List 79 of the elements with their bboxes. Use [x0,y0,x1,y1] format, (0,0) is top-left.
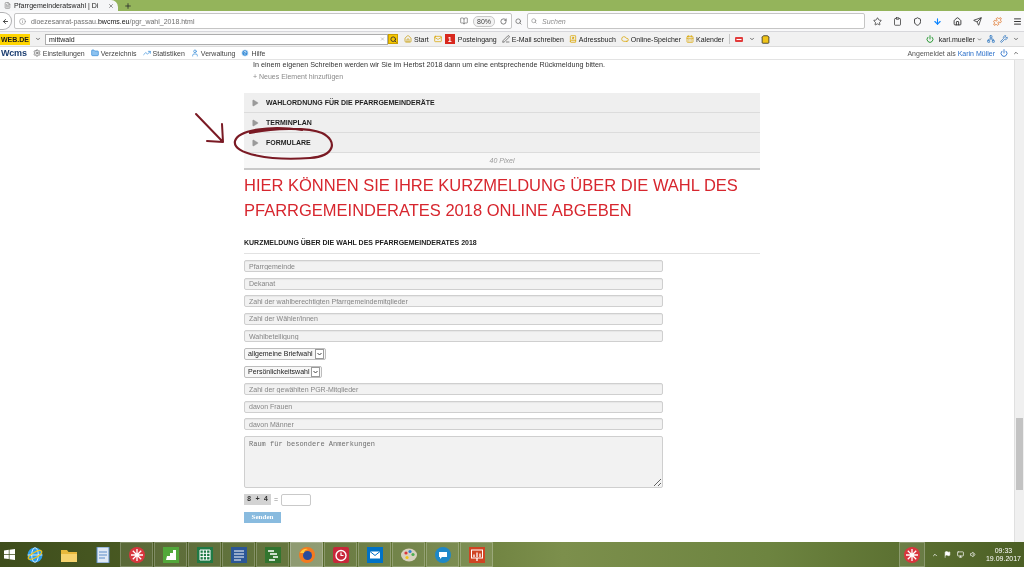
taskbar-button[interactable] [392,542,425,567]
globe-swirl-icon [298,546,315,563]
scrollbar-thumb[interactable] [1016,418,1023,490]
download-icon[interactable] [933,16,942,26]
caret-icon [314,348,324,359]
caret-icon[interactable] [35,36,41,42]
power-icon[interactable] [925,35,934,43]
captcha-input[interactable] [281,493,312,506]
clock-icon [332,546,349,563]
taskbar-button[interactable] [154,542,187,567]
mail-icon [366,546,383,563]
notepad-icon[interactable] [94,546,111,563]
minus-icon[interactable] [735,36,744,42]
monitor-icon[interactable] [956,551,964,558]
search-icon[interactable] [515,17,522,25]
taskbar-button[interactable] [426,542,459,567]
taskbar-button[interactable] [222,542,255,567]
four-panes-icon[interactable] [3,549,15,560]
caret-up-icon[interactable] [931,551,938,558]
taskbar-button[interactable] [256,542,289,567]
menu-icon[interactable] [1013,16,1022,26]
taskbar-button[interactable] [188,542,221,567]
clipboard-icon[interactable] [893,16,902,26]
reload-icon[interactable] [500,17,507,25]
globe-icon[interactable] [26,546,43,563]
arrow-annotation [195,113,224,143]
presentation-icon [468,546,485,563]
address-book-icon [568,35,577,43]
page-heading: HIER KÖNNEN SIE IHRE KURZMELDUNG ÜBER DIE WAHL DES PFARRGEMEINDERATES 2018 ONLINE ABGEBEN [244,175,739,221]
palette-icon [400,546,417,563]
star-icon[interactable] [873,16,882,26]
search-icon [389,35,397,43]
back-button[interactable] [0,12,12,30]
home-icon [404,35,412,43]
tray-button[interactable] [898,542,925,567]
gantt-chart-icon [264,546,281,563]
puzzle-icon[interactable] [993,16,1002,26]
home-icon[interactable] [953,16,962,26]
network-icon[interactable] [987,35,995,43]
taskbar-button[interactable] [120,542,153,567]
power-icon[interactable] [1000,49,1008,57]
caret-up-icon[interactable] [1013,50,1019,56]
wrench-icon[interactable] [1000,35,1008,43]
line-chart-icon [142,49,151,57]
calendar-icon [686,35,695,43]
caret-icon [311,366,321,377]
close-icon[interactable] [108,2,114,9]
document-icon [230,546,247,563]
person-icon [190,49,199,57]
caret-icon[interactable] [749,36,756,42]
page-icon [4,2,11,9]
asterisk-icon [128,546,145,563]
info-icon[interactable] [19,17,26,25]
back-arrow-icon [2,17,9,25]
caret-icon [977,36,982,42]
search-button[interactable] [388,34,398,44]
spreadsheet-icon [196,546,213,563]
taskbar-button[interactable] [358,542,391,567]
steps-icon [162,546,179,563]
book-icon[interactable] [460,17,468,25]
flag-icon[interactable] [943,551,951,558]
search-icon [531,18,537,24]
settings-icon [32,49,41,57]
logo[interactable]: Wcms [1,48,27,58]
mail-icon [433,35,442,43]
send-icon[interactable] [973,16,982,26]
shopping-bag-icon[interactable] [761,34,771,44]
plus-icon[interactable] [124,1,132,10]
cloud-icon [620,35,629,43]
caret-icon[interactable] [1013,36,1019,42]
folder-icon [90,49,99,57]
taskbar-button[interactable] [460,542,493,567]
pen-icon [501,35,510,43]
shield-icon[interactable] [913,16,922,26]
taskbar-button[interactable] [324,542,357,567]
chat-bubble-icon [434,546,451,563]
asterisk-icon [903,546,920,563]
speaker-icon[interactable] [969,551,977,558]
taskbar-button[interactable] [290,542,323,567]
